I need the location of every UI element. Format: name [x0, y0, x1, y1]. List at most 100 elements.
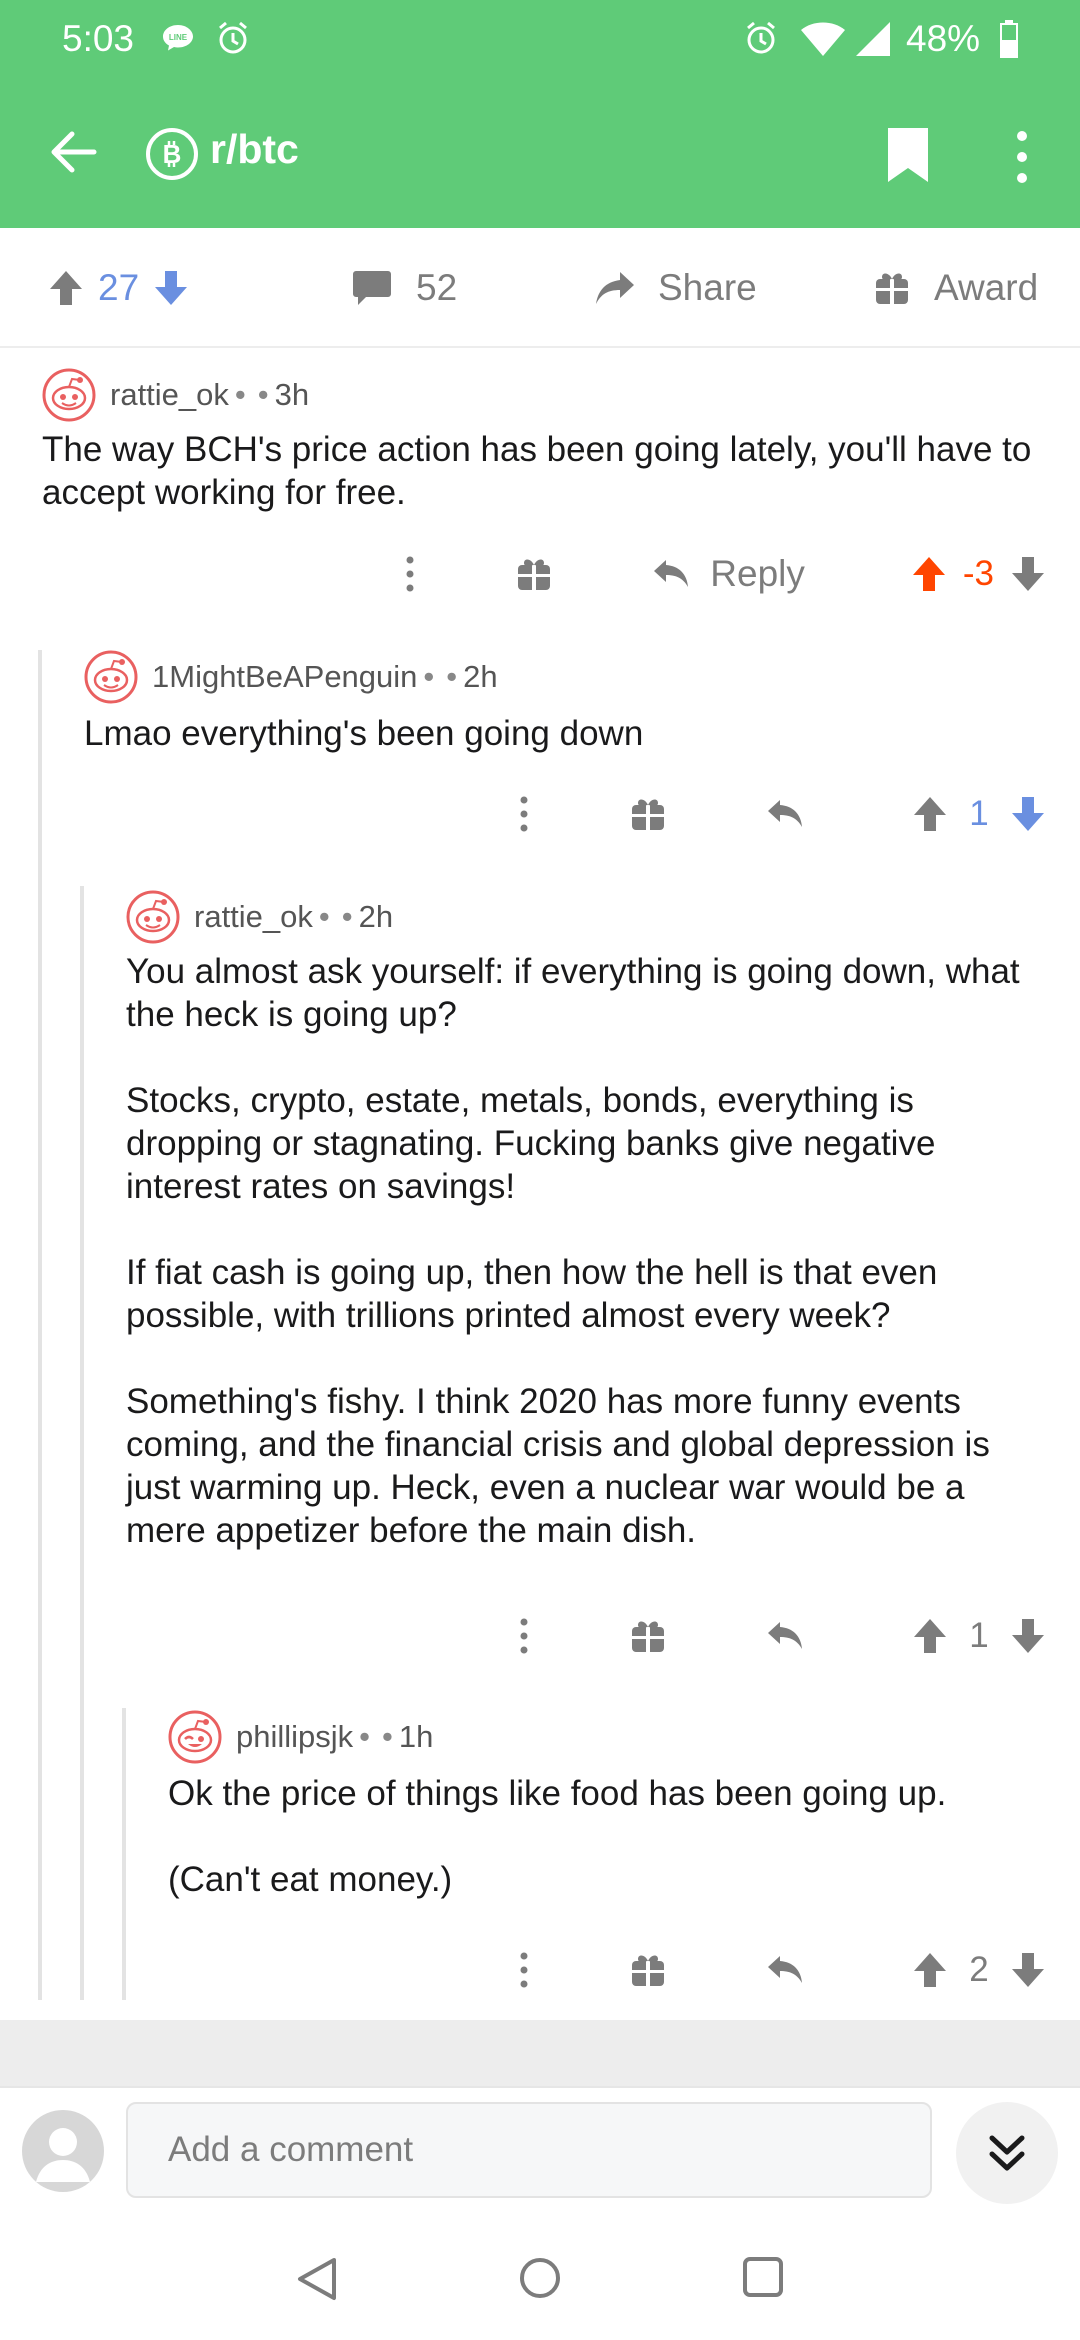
comment-author[interactable]: rattie_ok: [110, 377, 229, 413]
nav-recents-icon[interactable]: [742, 2256, 784, 2298]
separator: •: [257, 377, 269, 412]
comment-body: The way BCH's price action has been goin…: [42, 428, 1052, 514]
comment-text: Ok the price of things like food has bee…: [168, 1774, 947, 1813]
jump-to-next-button[interactable]: [956, 2102, 1058, 2204]
comment-score: 2: [969, 1950, 989, 1989]
comment-author[interactable]: rattie_ok: [194, 899, 313, 935]
share-button[interactable]: Share: [594, 228, 757, 348]
thread-line[interactable]: [38, 650, 42, 2000]
comment-input[interactable]: [126, 2102, 932, 2198]
gift-icon[interactable]: [630, 1618, 666, 1654]
thread-line[interactable]: [80, 886, 84, 2000]
award-button[interactable]: Award: [874, 228, 1038, 348]
gift-icon: [876, 273, 908, 304]
comment-text: The way BCH's price action has been goin…: [42, 430, 1032, 512]
gift-icon[interactable]: [630, 1952, 666, 1988]
reply-icon[interactable]: [766, 1620, 806, 1652]
reply-icon[interactable]: [766, 798, 806, 830]
gift-icon[interactable]: [516, 556, 552, 592]
thread-line[interactable]: [122, 1708, 126, 2000]
post-action-bar: 27 52 Share Award: [0, 228, 1080, 348]
app-header: 5:03 LINE 48% B r/btc: [0, 0, 1080, 228]
line-chat-icon: LINE: [163, 25, 193, 51]
back-arrow-icon[interactable]: [46, 126, 98, 178]
share-icon: [596, 272, 634, 304]
nav-back-icon[interactable]: [296, 2256, 338, 2302]
system-navigation-bar: [0, 2216, 1080, 2340]
subreddit-name[interactable]: r/btc: [210, 126, 299, 173]
downvote-icon[interactable]: [1010, 795, 1046, 833]
separator: •: [341, 899, 353, 934]
avatar[interactable]: [126, 890, 180, 944]
post-vote-control: 27: [48, 228, 189, 348]
post-score: 27: [98, 267, 140, 308]
upvote-icon[interactable]: [912, 1951, 948, 1989]
more-vertical-icon[interactable]: [514, 795, 534, 833]
bookmark-icon[interactable]: [884, 126, 932, 184]
comment-score: -3: [962, 554, 994, 593]
upvote-icon[interactable]: [48, 269, 84, 307]
comment-text: (Can't eat money.): [168, 1860, 453, 1899]
subreddit-avatar[interactable]: B: [146, 128, 198, 180]
comment-actions: 1: [514, 784, 1046, 844]
comment: rattie_ok • • 2h You almost ask yourself…: [126, 888, 1052, 1658]
alarm-icon: [219, 21, 247, 54]
comment-age: 1h: [398, 1719, 434, 1754]
toolbar: B r/btc: [0, 100, 1080, 210]
more-vertical-icon[interactable]: [1010, 128, 1034, 186]
comment-text: Stocks, crypto, estate, metals, bonds, e…: [126, 1081, 936, 1206]
more-vertical-icon[interactable]: [514, 1951, 534, 1989]
avatar[interactable]: [84, 650, 138, 704]
more-vertical-icon[interactable]: [514, 1617, 534, 1655]
alarm-icon: [747, 21, 775, 54]
comment-score: 1: [969, 1616, 989, 1655]
downvote-icon[interactable]: [153, 269, 189, 307]
comment-age: 3h: [274, 377, 310, 412]
upvote-icon[interactable]: [911, 555, 947, 593]
comment: phillipsjk • • 1h Ok the price of things…: [168, 1708, 1052, 1998]
status-bar: 5:03 LINE 48%: [0, 0, 1080, 80]
reply-icon: [654, 560, 689, 587]
separator: •: [446, 659, 458, 694]
comment-bubble-icon: [353, 271, 391, 305]
battery-icon: [1000, 20, 1018, 58]
downvote-icon[interactable]: [1010, 1951, 1046, 1989]
status-time: 5:03: [62, 18, 135, 59]
comment-header: rattie_ok • • 2h: [126, 888, 393, 946]
comment-actions: Reply -3: [400, 544, 1046, 604]
nav-home-icon[interactable]: [518, 2256, 562, 2300]
gift-icon[interactable]: [630, 796, 666, 832]
reply-button[interactable]: Reply: [652, 553, 805, 595]
comment-composer: [0, 2086, 1080, 2216]
double-chevron-down-icon: [989, 2135, 1025, 2171]
svg-text:B: B: [163, 139, 182, 169]
user-icon: [36, 2128, 90, 2182]
comment-header: phillipsjk • • 1h: [168, 1708, 433, 1766]
comments-button[interactable]: 52: [352, 228, 457, 348]
comment-age: 2h: [463, 659, 498, 694]
downvote-icon[interactable]: [1010, 555, 1046, 593]
upvote-icon[interactable]: [912, 1617, 948, 1655]
avatar[interactable]: [42, 368, 96, 422]
more-vertical-icon[interactable]: [400, 555, 420, 593]
bitcoin-icon: B: [163, 139, 182, 169]
separator: •: [359, 1719, 371, 1754]
avatar[interactable]: [22, 2110, 104, 2192]
comment-count: 52: [416, 267, 458, 308]
downvote-icon[interactable]: [1010, 1617, 1046, 1655]
signal-icon: [856, 22, 890, 56]
comment-age: 2h: [358, 899, 394, 934]
reply-icon[interactable]: [766, 1954, 806, 1986]
avatar[interactable]: [168, 1710, 222, 1764]
reply-label: Reply: [710, 553, 805, 594]
svg-text:LINE: LINE: [169, 33, 188, 42]
battery-percent: 48%: [906, 18, 981, 59]
comment: 1MightBeAPenguin • • 2h Lmao everything'…: [84, 648, 1052, 848]
comment-author[interactable]: 1MightBeAPenguin: [152, 659, 417, 695]
upvote-icon[interactable]: [912, 795, 948, 833]
separator: •: [423, 659, 435, 694]
comment-author[interactable]: phillipsjk: [236, 1719, 353, 1755]
comment-header: 1MightBeAPenguin • • 2h: [84, 648, 498, 706]
comment-body: You almost ask yourself: if everything i…: [126, 950, 1052, 1552]
share-label: Share: [658, 267, 757, 308]
